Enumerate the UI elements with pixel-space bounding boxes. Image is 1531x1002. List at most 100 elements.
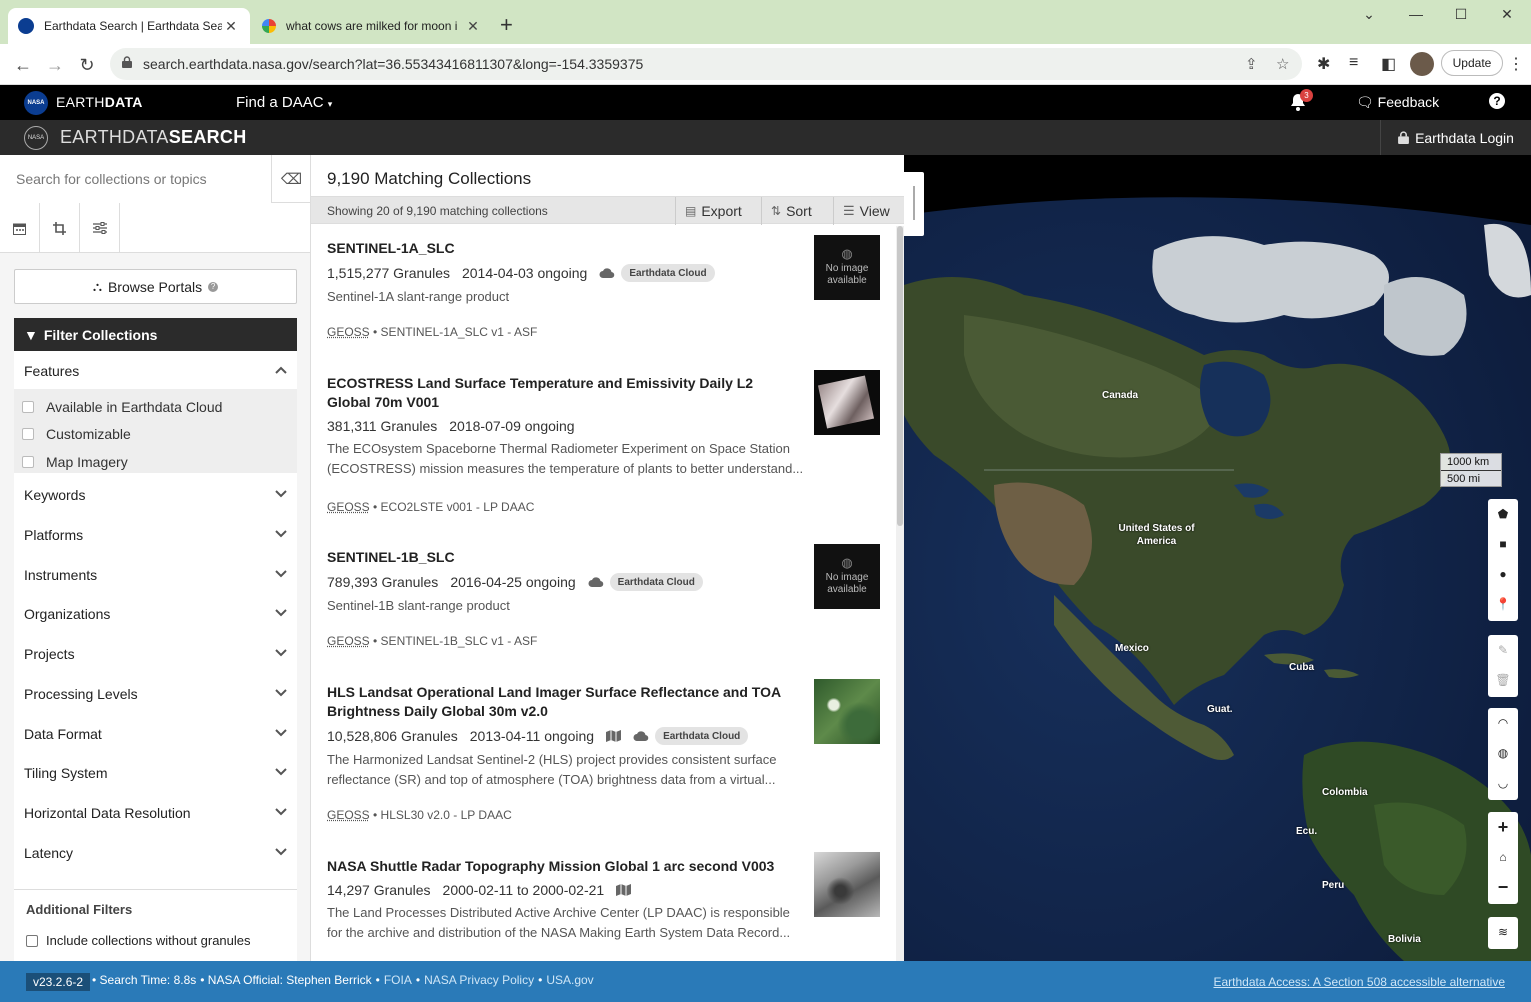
collection-title[interactable]: ECOSTRESS Land Surface Temperature and E…: [327, 374, 797, 412]
maximize-icon[interactable]: ☐: [1438, 6, 1484, 23]
collection-item[interactable]: HLS Landsat Operational Land Imager Surf…: [327, 683, 887, 822]
layers-icon[interactable]: ≋: [1488, 917, 1518, 947]
clear-filters-eraser-icon[interactable]: ⌫: [271, 155, 310, 203]
panel-resize-handle[interactable]: [904, 172, 924, 236]
facet-organizations[interactable]: Organizations: [14, 594, 297, 634]
chevron-down-icon: [275, 808, 287, 816]
collection-thumbnail[interactable]: [814, 852, 880, 917]
collection-title[interactable]: NASA Shuttle Radar Topography Mission Gl…: [327, 857, 807, 876]
share-icon[interactable]: ⇪: [1245, 55, 1258, 73]
reload-icon[interactable]: ↻: [74, 52, 100, 78]
sliders-icon[interactable]: [80, 203, 120, 253]
zoom-controls: + ⌂ −: [1488, 812, 1518, 904]
close-window-icon[interactable]: ✕: [1484, 6, 1530, 23]
chat-bubbles-icon: 🗨: [1356, 94, 1374, 110]
privacy-policy-link[interactable]: NASA Privacy Policy: [424, 973, 534, 987]
no-image-text: No image available: [825, 263, 869, 286]
facet-projects[interactable]: Projects: [14, 634, 297, 674]
collection-item[interactable]: ECOSTRESS Land Surface Temperature and E…: [327, 374, 887, 514]
collection-thumbnail[interactable]: [814, 370, 880, 435]
facet-platforms[interactable]: Platforms: [14, 515, 297, 555]
facet-instruments[interactable]: Instruments: [14, 555, 297, 595]
usa-gov-link[interactable]: USA.gov: [546, 973, 593, 987]
section-508-link[interactable]: Earthdata Access: A Section 508 accessib…: [1213, 975, 1505, 989]
map-view[interactable]: Canada United States of America Mexico C…: [904, 155, 1531, 961]
collection-item[interactable]: SENTINEL-1A_SLC 1,515,277 Granules 2014-…: [327, 239, 887, 339]
calendar-icon[interactable]: [0, 203, 40, 253]
close-tab-icon[interactable]: ✕: [464, 18, 482, 35]
tab-earthdata-search[interactable]: Earthdata Search | Earthdata Sear ✕: [8, 8, 250, 44]
rectangle-icon[interactable]: ■: [1488, 529, 1518, 559]
feature-option-earthdata-cloud[interactable]: Available in Earthdata Cloud: [22, 399, 222, 415]
trash-icon[interactable]: 🗑: [1488, 665, 1518, 695]
circle-icon[interactable]: ●: [1488, 559, 1518, 589]
find-daac-menu[interactable]: Find a DAAC ▾: [236, 94, 332, 111]
sort-button[interactable]: ⇅ Sort: [761, 197, 821, 225]
facet-tiling-system[interactable]: Tiling System: [14, 753, 297, 793]
close-tab-icon[interactable]: ✕: [222, 18, 240, 35]
question-circle-icon[interactable]: ?: [208, 281, 219, 292]
forward-arrow-icon[interactable]: →: [42, 52, 68, 78]
facet-latency[interactable]: Latency: [14, 833, 297, 873]
new-tab-plus-icon[interactable]: +: [500, 12, 513, 38]
collection-search-input[interactable]: [0, 155, 271, 203]
address-bar[interactable]: search.earthdata.nasa.gov/search?lat=36.…: [110, 48, 1302, 80]
view-button[interactable]: ☰ View: [833, 197, 904, 225]
earthdata-search-brand[interactable]: EARTHDATASEARCH: [60, 127, 247, 148]
facet-processing-levels[interactable]: Processing Levels: [14, 674, 297, 714]
minimize-icon[interactable]: —: [1393, 6, 1439, 22]
facet-horizontal-data-resolution[interactable]: Horizontal Data Resolution: [14, 793, 297, 833]
browser-tab-strip: Earthdata Search | Earthdata Sear ✕ what…: [0, 0, 1531, 44]
nasa-meatball-icon[interactable]: NASA: [24, 126, 48, 150]
browser-menu-icon[interactable]: ⋮: [1508, 54, 1524, 74]
collection-title[interactable]: SENTINEL-1A_SLC: [327, 239, 797, 258]
update-button[interactable]: Update: [1441, 50, 1503, 76]
collection-title[interactable]: SENTINEL-1B_SLC: [327, 548, 797, 567]
chevron-down-icon: [275, 768, 287, 776]
globe-projection-icon[interactable]: ◍: [1488, 738, 1518, 768]
home-icon[interactable]: ⌂: [1488, 842, 1518, 872]
collection-title[interactable]: HLS Landsat Operational Land Imager Surf…: [327, 683, 797, 721]
south-polar-projection-icon[interactable]: ◡: [1488, 768, 1518, 798]
earthdata-brand[interactable]: EARTHDATA: [56, 94, 143, 110]
collection-item[interactable]: NASA Shuttle Radar Topography Mission Gl…: [327, 857, 887, 943]
profile-avatar[interactable]: [1410, 52, 1434, 76]
facet-keywords[interactable]: Keywords: [14, 475, 297, 515]
facet-features[interactable]: Features: [14, 351, 297, 391]
temporal-range: 2000-02-11 to 2000-02-21: [442, 882, 605, 898]
earthdata-login-button[interactable]: Earthdata Login: [1380, 120, 1531, 155]
crop-icon[interactable]: [40, 203, 80, 253]
north-polar-projection-icon[interactable]: ◠: [1488, 708, 1518, 738]
checkbox[interactable]: [22, 456, 34, 468]
earthdata-cloud-badge: Earthdata Cloud: [655, 727, 749, 745]
foia-link[interactable]: FOIA: [384, 973, 412, 987]
feature-option-map-imagery[interactable]: Map Imagery: [22, 454, 128, 470]
collection-item[interactable]: SENTINEL-1B_SLC 789,393 Granules 2016-04…: [327, 548, 887, 648]
zoom-in-icon[interactable]: +: [1488, 812, 1518, 842]
checkbox[interactable]: [22, 401, 34, 413]
extensions-puzzle-icon[interactable]: ✱: [1317, 54, 1330, 74]
help-icon[interactable]: ?: [1489, 93, 1505, 109]
polygon-icon[interactable]: ⬟: [1488, 499, 1518, 529]
tab-google-search[interactable]: what cows are milked for moon i ✕: [252, 8, 492, 44]
feedback-link[interactable]: 🗨 Feedback: [1356, 94, 1439, 111]
export-button[interactable]: ▤ Export: [675, 197, 751, 225]
side-panel-icon[interactable]: ◧: [1381, 54, 1396, 74]
include-without-granules-option[interactable]: Include collections without granules: [26, 933, 251, 948]
edit-icon[interactable]: ✎: [1488, 635, 1518, 665]
zoom-out-icon[interactable]: −: [1488, 872, 1518, 902]
browse-portals-button[interactable]: ⛬ Browse Portals ?: [14, 269, 297, 304]
results-scrollbar-thumb[interactable]: [897, 226, 903, 526]
globe-icon: ◍: [841, 246, 853, 261]
feature-option-customizable[interactable]: Customizable: [22, 426, 131, 442]
tab-search-chevron-icon[interactable]: ⌄: [1346, 6, 1392, 23]
map-pin-icon[interactable]: 📍: [1488, 589, 1518, 619]
media-queue-icon[interactable]: ≡: [1349, 54, 1358, 72]
nasa-logo-icon[interactable]: NASA: [24, 91, 48, 115]
collection-thumbnail[interactable]: [814, 679, 880, 744]
checkbox[interactable]: [22, 428, 34, 440]
checkbox[interactable]: [26, 934, 38, 947]
bookmark-star-icon[interactable]: ☆: [1276, 55, 1289, 73]
back-arrow-icon[interactable]: ←: [10, 52, 36, 78]
facet-data-format[interactable]: Data Format: [14, 714, 297, 754]
